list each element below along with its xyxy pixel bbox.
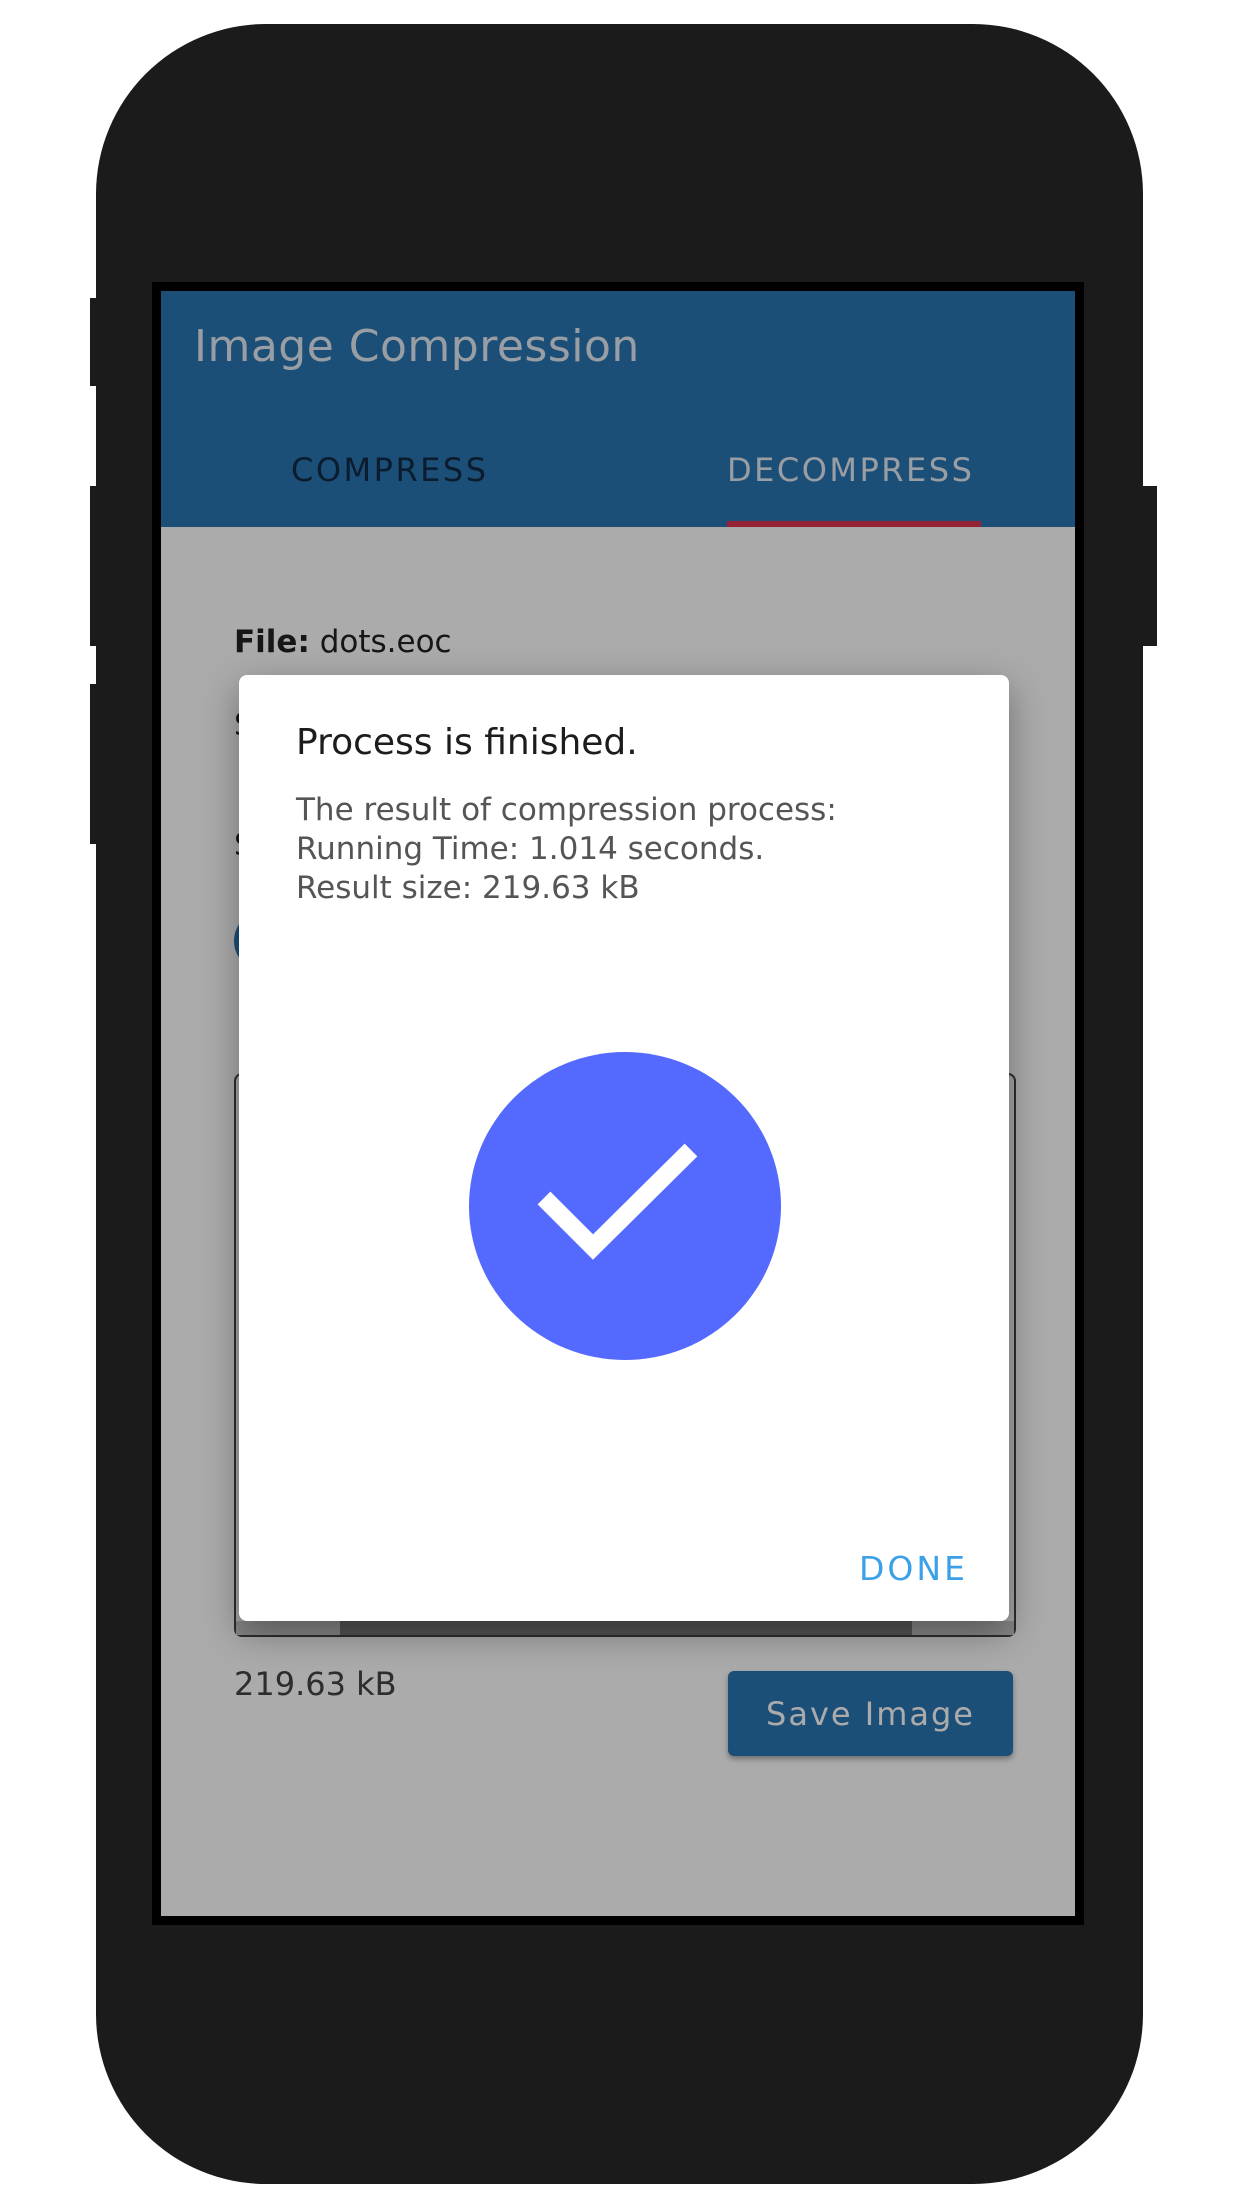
power-button (1137, 486, 1157, 646)
app-screen: Image Compression COMPRESS DECOMPRESS Fi… (161, 291, 1075, 1916)
done-button[interactable]: DONE (859, 1549, 968, 1588)
dialog-message: The result of compression process: Runni… (296, 791, 837, 908)
dialog-title: Process is finished. (296, 722, 638, 763)
result-dialog: Process is finished. The result of compr… (239, 675, 1009, 1621)
check-circle-icon (469, 1052, 781, 1360)
volume-up-button (90, 486, 104, 646)
dialog-line-running-time: Running Time: 1.014 seconds. (296, 831, 765, 867)
dialog-line-result-size: Result size: 219.63 kB (296, 870, 640, 906)
mute-switch (90, 298, 104, 386)
volume-down-button (90, 684, 104, 844)
dialog-line-result: The result of compression process: (296, 792, 837, 828)
